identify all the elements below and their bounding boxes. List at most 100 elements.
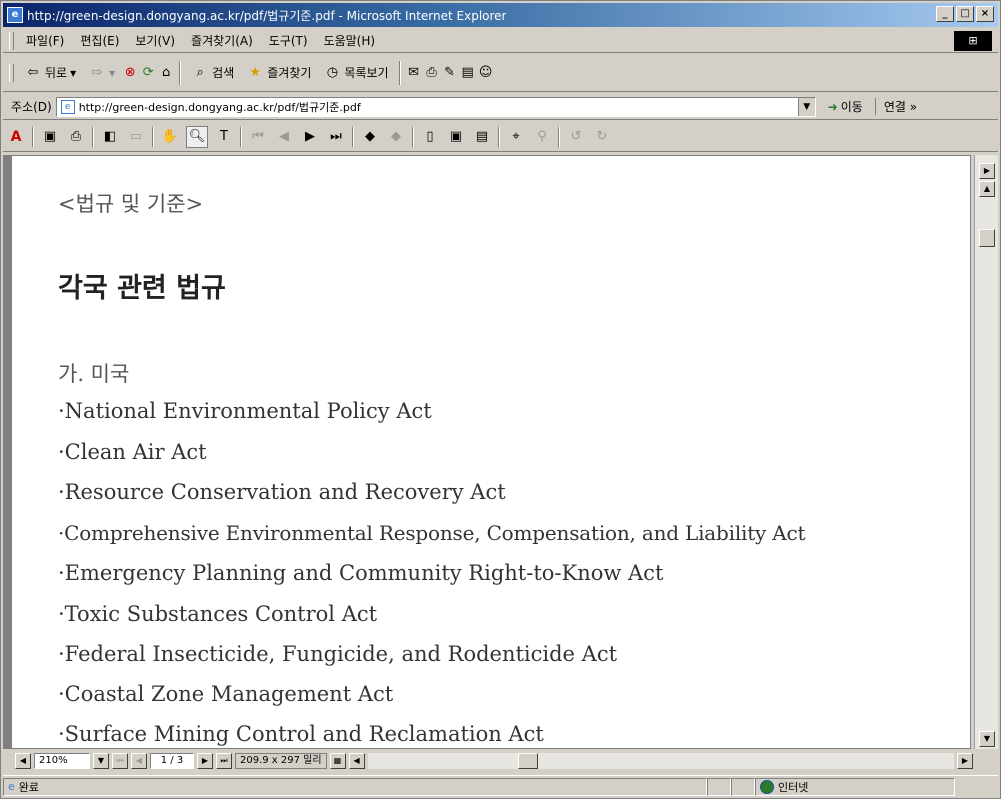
status-zone-panel: 인터넷 <box>755 777 955 796</box>
menu-file[interactable]: 파일(F) <box>18 32 72 49</box>
list-item: ·Toxic Substances Control Act <box>58 602 378 626</box>
menu-help[interactable]: 도움말(H) <box>316 32 384 49</box>
pdf-separator <box>92 126 94 147</box>
zone-label: 인터넷 <box>778 780 809 794</box>
back-label: 뒤로 <box>45 66 68 80</box>
previous-page-button[interactable]: ◀ <box>131 753 147 769</box>
address-input[interactable]: e http://green-design.dongyang.ac.kr/pdf… <box>55 96 816 117</box>
pdf-document[interactable]: <법규 및 기준> 각국 관련 법규 가. 미국 ·National Envir… <box>11 155 971 749</box>
first-page-button[interactable]: ⏮ <box>112 753 128 769</box>
zoom-out-icon[interactable]: ◀ <box>15 753 31 769</box>
page-layout-icon[interactable]: ▦ <box>329 753 346 769</box>
address-bar: 주소(D) e http://green-design.dongyang.ac.… <box>3 94 998 120</box>
fit-width-icon[interactable]: ▤ <box>472 127 492 147</box>
last-page-button[interactable]: ⏭ <box>216 753 232 769</box>
mail-icon[interactable]: ✉ <box>405 64 423 82</box>
pdf-separator <box>32 126 34 147</box>
favorites-label: 즐겨찾기 <box>267 66 312 80</box>
forward-button[interactable]: ⇨ ▾ <box>82 64 121 82</box>
windows-logo-icon: ⊞ <box>954 31 992 51</box>
list-item: ·Resource Conservation and Recovery Act <box>58 480 506 504</box>
actual-size-icon[interactable]: ▯ <box>420 127 440 147</box>
go-forward-icon: ◆ <box>391 129 401 144</box>
hscroll-left-icon[interactable]: ◀ <box>348 753 365 769</box>
page-number-field[interactable]: 1 / 3 <box>150 753 194 769</box>
print-icon[interactable]: ⎙ <box>423 64 441 82</box>
address-dropdown-icon[interactable]: ▼ <box>797 97 815 116</box>
pdf-separator <box>558 126 560 147</box>
minimize-button[interactable]: _ <box>936 6 954 22</box>
back-arrow-icon: ⇦ <box>27 65 39 80</box>
go-back-icon[interactable]: ◆ <box>360 127 380 147</box>
print-icon[interactable]: ⎙ <box>66 127 86 147</box>
menu-tools[interactable]: 도구(T) <box>261 32 316 49</box>
menu-favorites[interactable]: 즐겨찾기(A) <box>183 32 261 49</box>
messenger-icon[interactable]: ☺ <box>477 64 495 82</box>
section-heading: 가. 미국 <box>58 362 130 386</box>
history-icon: ◷ <box>326 65 339 80</box>
list-item: ·Federal Insecticide, Fungicide, and Rod… <box>58 642 618 666</box>
status-bar: e 완료 인터넷 <box>3 775 998 797</box>
next-page-button[interactable]: ▶ <box>197 753 213 769</box>
internet-zone-icon <box>760 779 774 794</box>
horizontal-scroll-thumb[interactable] <box>517 753 538 769</box>
list-item: ·Coastal Zone Management Act <box>58 682 394 706</box>
list-item: ·Comprehensive Environmental Response, C… <box>58 521 806 545</box>
favorites-icon: ★ <box>249 65 262 80</box>
fit-page-icon[interactable]: ▣ <box>446 127 466 147</box>
refresh-icon[interactable]: ⟳ <box>139 64 157 82</box>
zoom-tool-icon[interactable]: 🔍︎ <box>186 125 208 148</box>
zoom-dropdown-icon[interactable]: ▼ <box>93 753 109 769</box>
browser-window: e http://green-design.dongyang.ac.kr/pdf… <box>0 0 1001 799</box>
page-size-display: 209.9 x 297 밀리 <box>235 753 327 769</box>
home-icon[interactable]: ⌂ <box>157 64 175 82</box>
back-button[interactable]: ⇦ 뒤로 ▾ <box>18 64 82 82</box>
forward-dropdown-icon[interactable]: ▾ <box>109 66 115 80</box>
edit-icon[interactable]: ✎ <box>441 64 459 82</box>
status-text: 완료 <box>18 780 40 794</box>
scroll-up-icon[interactable]: ▲ <box>979 181 995 197</box>
discuss-icon[interactable]: ▤ <box>459 64 477 82</box>
menu-edit[interactable]: 편집(E) <box>72 32 127 49</box>
search-button[interactable]: ⌕ 검색 <box>185 64 240 82</box>
navigation-pane-icon[interactable]: ◧ <box>100 127 120 147</box>
pdf-toolbar: A ▣ ⎙ ◧ ▭ ✋ 🔍︎ T ⏮ ◀ ▶ ⏭ ◆ ◆ ▯ ▣ ▤ ⌖ ⚲ ↺… <box>3 122 998 152</box>
next-page-icon[interactable]: ▶ <box>300 127 320 147</box>
save-icon[interactable]: ▣ <box>40 127 60 147</box>
favorites-button[interactable]: ★ 즐겨찾기 <box>240 64 317 82</box>
history-button[interactable]: ◷ 목록보기 <box>317 64 394 82</box>
document-left-gutter <box>3 155 11 749</box>
maximize-button[interactable]: □ <box>956 6 974 22</box>
forward-arrow-icon: ⇨ <box>91 65 103 80</box>
page-right-icon[interactable]: ▶ <box>979 163 995 179</box>
web-search-icon: ⚲ <box>537 129 547 144</box>
page-done-icon: e <box>8 780 15 793</box>
scroll-thumb[interactable] <box>979 229 995 247</box>
vertical-scrollbar[interactable]: ▶ ▲ ▼ <box>974 155 998 749</box>
go-button[interactable]: ➜ 이동 <box>828 98 863 115</box>
history-label: 목록보기 <box>344 66 389 80</box>
horizontal-scrollbar[interactable] <box>367 753 954 769</box>
toolbar-separator <box>179 60 182 85</box>
status-empty-panel <box>707 777 731 796</box>
stop-icon[interactable]: ⊗ <box>121 64 139 82</box>
go-arrow-icon: ➜ <box>827 99 838 114</box>
text-select-icon[interactable]: T <box>214 127 234 147</box>
hscroll-right-icon[interactable]: ▶ <box>957 753 973 769</box>
hand-tool-icon[interactable]: ✋ <box>160 127 180 147</box>
previous-page-icon: ◀ <box>279 129 289 144</box>
pdf-separator <box>240 126 242 147</box>
back-dropdown-icon[interactable]: ▾ <box>70 66 76 80</box>
zoom-field[interactable]: 210% <box>34 753 90 769</box>
find-icon[interactable]: ⌖ <box>506 127 526 147</box>
links-button[interactable]: 연결 » <box>874 98 917 115</box>
last-page-icon[interactable]: ⏭ <box>326 127 346 147</box>
menu-view[interactable]: 보기(V) <box>127 32 183 49</box>
status-empty-panel <box>731 777 755 796</box>
list-item: ·National Environmental Policy Act <box>58 399 432 423</box>
ie-icon: e <box>7 7 23 23</box>
close-button[interactable]: × <box>976 6 994 22</box>
scroll-down-icon[interactable]: ▼ <box>979 731 995 747</box>
address-url[interactable]: http://green-design.dongyang.ac.kr/pdf/법… <box>79 99 361 115</box>
document-title: 각국 관련 법규 <box>58 273 226 304</box>
